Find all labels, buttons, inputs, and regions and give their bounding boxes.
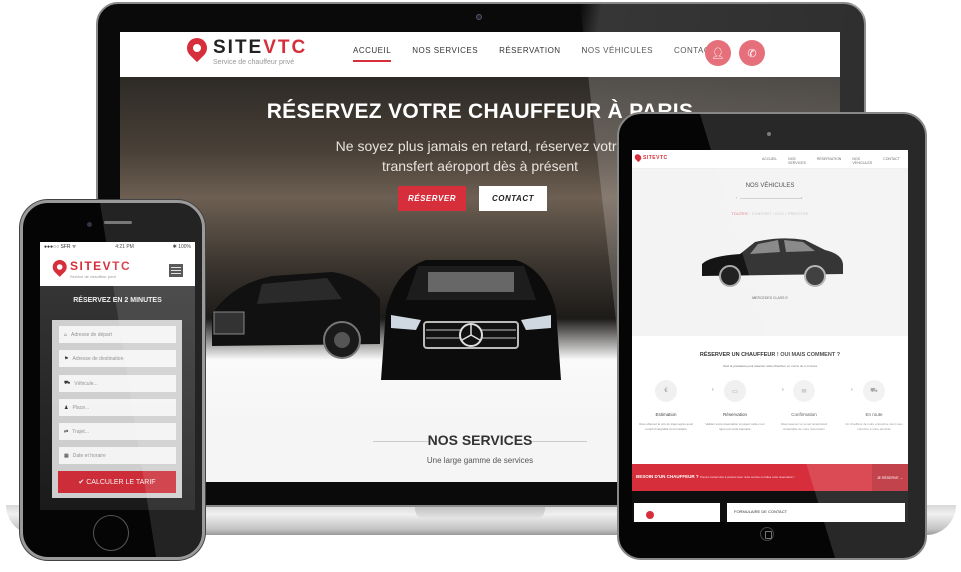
exchange-icon: ⇄	[64, 428, 69, 435]
card-icon: ▭	[724, 380, 746, 402]
location-pin-icon	[646, 511, 654, 519]
tablet-home-button[interactable]	[760, 527, 774, 541]
brand-name: SITE	[70, 259, 103, 273]
home-icon: ⌂	[64, 331, 68, 338]
brand-tagline: Service de chauffeur privé	[213, 59, 295, 66]
divider-right	[532, 441, 587, 442]
car-icon: ⛟	[64, 380, 71, 386]
step-reservation: ▭ Réservation Validez votre réservation et…	[705, 380, 765, 432]
location-pin-icon	[52, 260, 63, 274]
nav-reservation[interactable]: RÉSERVATION	[499, 46, 561, 62]
mercedes-car-image	[381, 260, 561, 380]
nav-accueil[interactable]: ACCUEIL	[353, 46, 392, 62]
reserver-button[interactable]: RÉSERVER	[398, 186, 466, 211]
step-desc: Vous obtenez le prix du trajet après avo…	[638, 422, 694, 431]
brand-name-accent: VTC	[263, 37, 308, 58]
calendar-icon: ▦	[64, 452, 69, 459]
tablet-logo[interactable]: SITEVTC	[633, 152, 668, 163]
audi-car-image	[212, 272, 380, 359]
brand-name: SITE	[213, 37, 264, 58]
carrier-signal: ●●●○○ SFR ᯤ	[44, 244, 77, 250]
cta-text: Prenez contact dès à présent avec notre …	[700, 475, 795, 479]
site-logo[interactable]: SITEVTC Service de chauffeur privé	[186, 38, 307, 66]
step-name: Estimation	[655, 412, 677, 417]
contact-button[interactable]: CONTACT	[479, 186, 547, 211]
contact-info-card	[634, 503, 720, 522]
euro-icon: €	[655, 380, 677, 402]
laptop-camera	[476, 14, 482, 20]
person-icon: ♟	[64, 404, 69, 411]
phone-home-button[interactable]	[93, 515, 129, 551]
step-name: Réservation	[722, 412, 747, 417]
location-pin-icon	[186, 38, 208, 66]
brand-name-accent: VTC	[656, 154, 668, 161]
flag-icon: ⚑	[64, 355, 69, 362]
phone-camera	[87, 222, 92, 227]
location-pin-icon	[633, 152, 643, 163]
laptop-notch	[415, 505, 545, 519]
cta-title: BESOIN D'UN CHAUFFEUR ?	[636, 474, 699, 479]
step-estimation: € Estimation Vous obtenez le prix du traje…	[636, 380, 696, 432]
step-desc: Validez votre réservation et payez celle…	[705, 422, 765, 431]
brand-name: SITE	[643, 154, 657, 161]
nav-nos-services[interactable]: NOS SERVICES	[412, 46, 478, 62]
